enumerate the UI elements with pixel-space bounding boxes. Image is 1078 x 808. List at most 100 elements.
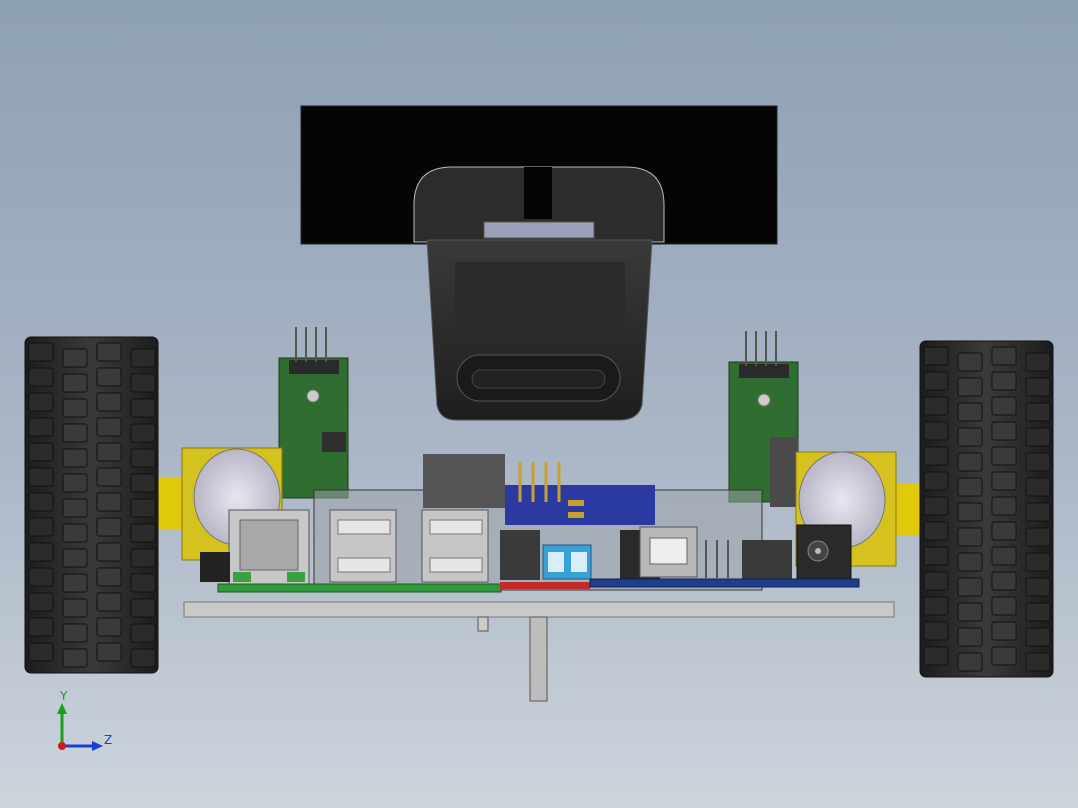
tread-block (957, 502, 983, 522)
tread-block (1025, 577, 1051, 597)
tread-block (28, 467, 54, 487)
tread-block (130, 598, 156, 618)
tread-block (130, 398, 156, 418)
tread-block (130, 498, 156, 518)
right-wheel (919, 340, 1054, 678)
tread-block (96, 342, 122, 362)
tread-block (991, 346, 1017, 366)
tread-block (957, 452, 983, 472)
tread-block (62, 648, 88, 668)
tread-block (96, 367, 122, 387)
tread-block (991, 571, 1017, 591)
tread-block (923, 496, 949, 516)
tread-block (957, 627, 983, 647)
tread-block (991, 396, 1017, 416)
tread-block (1025, 652, 1051, 672)
tread-block (923, 521, 949, 541)
chassis-plate (183, 601, 895, 618)
tread-block (923, 571, 949, 591)
tread-block (923, 546, 949, 566)
webcam (413, 166, 665, 421)
tread-block (991, 621, 1017, 641)
tread-block (62, 423, 88, 443)
tread-block (1025, 402, 1051, 422)
tread-block (130, 573, 156, 593)
tread-block (957, 527, 983, 547)
tread-block (130, 523, 156, 543)
tread-block (991, 496, 1017, 516)
tread-block (62, 348, 88, 368)
tread-block (957, 552, 983, 572)
left-wheel (24, 336, 159, 674)
tread-block (28, 417, 54, 437)
cad-viewport[interactable]: Y Z (0, 0, 1078, 808)
tread-block (28, 642, 54, 662)
sensor-board-right (728, 331, 799, 507)
tread-block (130, 448, 156, 468)
tread-block (28, 517, 54, 537)
tread-block (62, 523, 88, 543)
tread-block (923, 646, 949, 666)
tread-block (991, 471, 1017, 491)
y-axis-label: Y (59, 689, 68, 703)
tread-block (991, 446, 1017, 466)
tread-block (130, 423, 156, 443)
tread-block (130, 348, 156, 368)
tread-block (96, 417, 122, 437)
tread-block (957, 402, 983, 422)
tread-block (96, 567, 122, 587)
tread-block (28, 367, 54, 387)
tread-block (96, 592, 122, 612)
tread-block (96, 617, 122, 637)
tread-block (1025, 352, 1051, 372)
tread-block (923, 596, 949, 616)
tread-block (1025, 527, 1051, 547)
tread-block (1025, 502, 1051, 522)
tread-block (28, 542, 54, 562)
tread-block (991, 546, 1017, 566)
terminal-blocks (542, 544, 592, 580)
tread-block (130, 648, 156, 668)
usb-b-port (639, 526, 698, 578)
tread-block (991, 646, 1017, 666)
tread-block (991, 421, 1017, 441)
tread-block (96, 492, 122, 512)
tread-block (923, 421, 949, 441)
tread-block (957, 352, 983, 372)
tread-block (923, 446, 949, 466)
tread-block (96, 517, 122, 537)
origin-dot (58, 742, 66, 750)
orientation-triad: Y Z (57, 689, 112, 751)
tread-block (923, 471, 949, 491)
tread-block (28, 592, 54, 612)
tread-block (62, 448, 88, 468)
tread-block (62, 573, 88, 593)
tread-block (991, 371, 1017, 391)
tread-block (923, 621, 949, 641)
tread-block (62, 498, 88, 518)
caster-post (477, 616, 548, 702)
tread-block (130, 548, 156, 568)
tread-block (130, 473, 156, 493)
tread-block (28, 567, 54, 587)
tread-block (62, 623, 88, 643)
z-axis-label: Z (104, 733, 112, 747)
tread-block (28, 392, 54, 412)
tread-block (130, 373, 156, 393)
tread-block (96, 467, 122, 487)
tread-block (62, 373, 88, 393)
tread-block (957, 602, 983, 622)
tread-block (62, 398, 88, 418)
tread-block (1025, 552, 1051, 572)
tread-block (1025, 427, 1051, 447)
tread-block (28, 342, 54, 362)
tread-block (1025, 602, 1051, 622)
tread-block (957, 377, 983, 397)
tread-block (96, 392, 122, 412)
tread-block (130, 623, 156, 643)
tread-block (957, 652, 983, 672)
tread-block (96, 442, 122, 462)
tread-block (28, 442, 54, 462)
tread-block (96, 542, 122, 562)
tread-block (957, 577, 983, 597)
